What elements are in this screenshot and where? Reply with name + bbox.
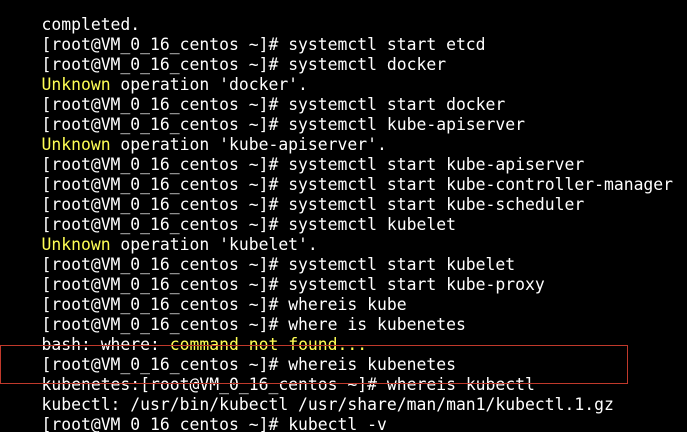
- bash-error-prefix: bash: where:: [41, 335, 170, 354]
- command-text: where is kubenetes: [288, 315, 466, 334]
- text-cursor: [387, 416, 396, 432]
- shell-prompt: [root@VM_0_16_centos ~]#: [41, 55, 289, 74]
- terminal-line: completed.: [2, 0, 687, 34]
- error-label: Unknown: [41, 75, 111, 94]
- terminal-window[interactable]: completed. [root@VM_0_16_centos ~]# syst…: [0, 0, 687, 432]
- shell-prompt: [root@VM_0_16_centos ~]#: [41, 415, 289, 432]
- command-text: systemctl start kube-apiserver: [288, 155, 585, 174]
- error-label: Unknown: [41, 135, 111, 154]
- error-text: operation 'kubelet'.: [110, 235, 318, 254]
- shell-prompt: [root@VM_0_16_centos ~]#: [41, 175, 289, 194]
- shell-prompt: [root@VM_0_16_centos ~]#: [41, 315, 289, 334]
- error-label: Unknown: [41, 235, 111, 254]
- command-text: systemctl kube-apiserver: [288, 115, 526, 134]
- command-text: systemctl start kubelet: [288, 255, 516, 274]
- shell-prompt: [root@VM_0_16_centos ~]#: [41, 255, 289, 274]
- shell-prompt: [root@VM_0_16_centos ~]#: [41, 35, 289, 54]
- error-text: operation 'kube-apiserver'.: [110, 135, 387, 154]
- command-text: systemctl start kube-scheduler: [288, 195, 585, 214]
- command-text: systemctl kubelet: [288, 215, 456, 234]
- shell-prompt: [root@VM_0_16_centos ~]#: [41, 355, 289, 374]
- shell-prompt: [root@VM_0_16_centos ~]#: [41, 115, 289, 134]
- shell-prompt: [root@VM_0_16_centos ~]#: [41, 155, 289, 174]
- command-text: systemctl start kube-proxy: [288, 275, 545, 294]
- shell-prompt: [root@VM_0_16_centos ~]#: [41, 195, 289, 214]
- command-text: systemctl docker: [288, 55, 447, 74]
- shell-prompt: [root@VM_0_16_centos ~]#: [41, 275, 289, 294]
- command-text: kubectl -v: [288, 415, 387, 432]
- shell-prompt: [root@VM_0_16_centos ~]#: [41, 215, 289, 234]
- command-text: systemctl start docker: [288, 95, 506, 114]
- bash-error-message: command not found...: [169, 335, 368, 354]
- command-text: whereis kube: [288, 295, 407, 314]
- command-text: whereis kubenetes: [288, 355, 456, 374]
- shell-prompt: kubenetes:[root@VM_0_16_centos ~]#: [41, 375, 387, 394]
- error-text: operation 'docker'.: [110, 75, 308, 94]
- command-text: systemctl start kube-controller-manager: [288, 175, 674, 194]
- previous-output: completed.: [41, 15, 141, 34]
- command-text: whereis kubectl: [386, 375, 535, 394]
- command-text: systemctl start etcd: [288, 35, 486, 54]
- shell-prompt: [root@VM_0_16_centos ~]#: [41, 95, 289, 114]
- command-output: kubectl: /usr/bin/kubectl /usr/share/man…: [41, 395, 614, 414]
- shell-prompt: [root@VM_0_16_centos ~]#: [41, 295, 289, 314]
